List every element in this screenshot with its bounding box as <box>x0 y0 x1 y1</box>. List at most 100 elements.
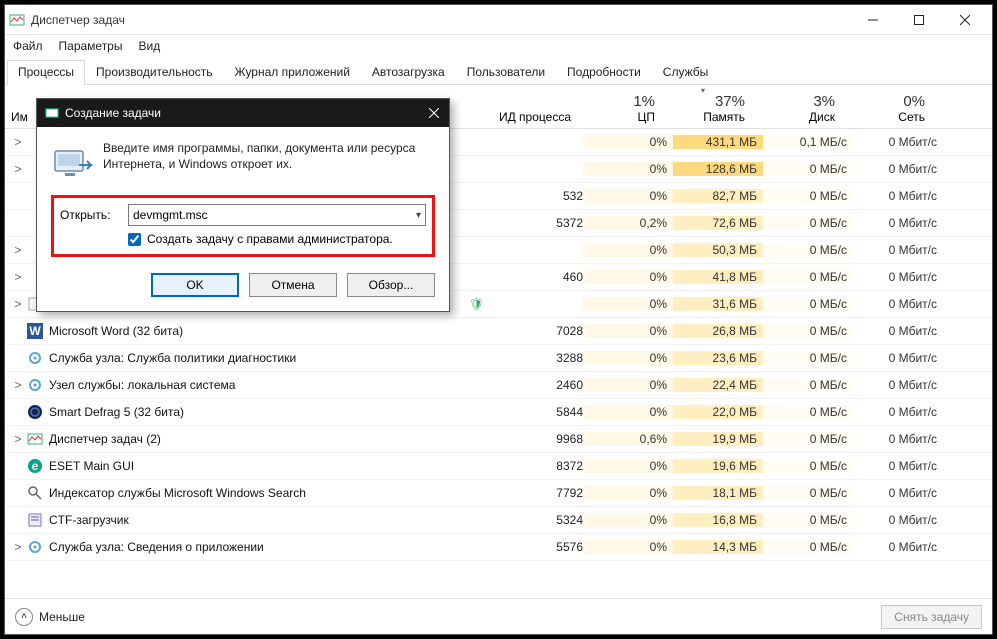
menu-options[interactable]: Параметры <box>57 37 125 55</box>
cell-network: 0 Мбит/с <box>853 405 943 419</box>
tab-performance[interactable]: Производительность <box>85 60 223 85</box>
process-name: Служба узла: Сведения о приложении <box>49 540 469 554</box>
cell-memory: 16,8 МБ <box>673 513 763 527</box>
table-row[interactable]: >Диспетчер задач (2)99680,6%19,9 МБ0 МБ/… <box>5 426 992 453</box>
expand-toggle[interactable]: > <box>11 297 25 311</box>
cell-disk: 0 МБ/с <box>763 189 853 203</box>
cell-disk: 0 МБ/с <box>763 162 853 176</box>
header-cpu[interactable]: 1%ЦП <box>571 87 661 124</box>
ok-button[interactable]: OK <box>151 273 239 297</box>
minimize-button[interactable] <box>850 5 896 35</box>
expand-toggle[interactable]: > <box>11 378 25 392</box>
process-name: Служба узла: Служба политики диагностики <box>49 351 469 365</box>
dialog-app-icon <box>45 106 59 120</box>
titlebar: Диспетчер задач <box>5 5 992 35</box>
maximize-button[interactable] <box>896 5 942 35</box>
tab-details[interactable]: Подробности <box>556 60 652 85</box>
cell-memory: 14,3 МБ <box>673 540 763 554</box>
cell-disk: 0 МБ/с <box>763 243 853 257</box>
tab-users[interactable]: Пользователи <box>456 60 556 85</box>
dialog-buttons: OK Отмена Обзор... <box>37 267 449 311</box>
process-name: CTF-загрузчик <box>49 513 469 527</box>
tab-startup[interactable]: Автозагрузка <box>361 60 456 85</box>
cell-disk: 0 МБ/с <box>763 513 853 527</box>
open-combobox[interactable]: devmgmt.msc ▾ <box>128 204 426 226</box>
table-row[interactable]: CTF-загрузчик53240%16,8 МБ0 МБ/с0 Мбит/с <box>5 507 992 534</box>
tab-processes[interactable]: Процессы <box>7 60 85 85</box>
chevron-down-icon[interactable]: ▾ <box>416 210 421 221</box>
process-icon <box>27 485 43 501</box>
cell-cpu: 0% <box>583 405 673 419</box>
cell-memory: 22,0 МБ <box>673 405 763 419</box>
dialog-close-button[interactable] <box>419 99 449 127</box>
cell-memory: 128,6 МБ <box>673 162 763 176</box>
cell-memory: 19,9 МБ <box>673 432 763 446</box>
cell-network: 0 Мбит/с <box>853 486 943 500</box>
expand-toggle[interactable]: > <box>11 135 25 149</box>
cell-cpu: 0% <box>583 540 673 554</box>
cell-network: 0 Мбит/с <box>853 162 943 176</box>
end-task-button[interactable]: Снять задачу <box>881 605 982 629</box>
cancel-button[interactable]: Отмена <box>249 273 337 297</box>
table-row[interactable]: Индексатор службы Microsoft Windows Sear… <box>5 480 992 507</box>
cell-cpu: 0% <box>583 378 673 392</box>
header-network[interactable]: 0%Сеть <box>841 87 931 124</box>
cell-pid: 7792 <box>483 486 583 500</box>
run-icon <box>51 141 93 183</box>
expand-toggle[interactable]: > <box>11 243 25 257</box>
table-row[interactable]: WMicrosoft Word (32 бита)70280%26,8 МБ0 … <box>5 318 992 345</box>
svg-text:W: W <box>29 324 41 338</box>
process-name: Microsoft Word (32 бита) <box>49 324 469 338</box>
table-row[interactable]: >Служба узла: Сведения о приложении55760… <box>5 534 992 561</box>
highlighted-region: Открыть: devmgmt.msc ▾ Создать задачу с … <box>51 195 435 257</box>
sort-indicator-icon: ▾ <box>701 86 705 95</box>
cell-disk: 0 МБ/с <box>763 351 853 365</box>
cell-network: 0 Мбит/с <box>853 378 943 392</box>
cell-pid: 3288 <box>483 351 583 365</box>
cell-pid: 7028 <box>483 324 583 338</box>
cell-memory: 41,8 МБ <box>673 270 763 284</box>
cell-network: 0 Мбит/с <box>853 540 943 554</box>
cell-pid: 5372 <box>483 216 583 230</box>
menu-file[interactable]: Файл <box>11 37 45 55</box>
cell-pid: 460 <box>483 270 583 284</box>
process-icon: W <box>27 323 43 339</box>
menu-view[interactable]: Вид <box>136 37 162 55</box>
fewer-details-button[interactable]: ˄ Меньше <box>15 608 85 626</box>
cell-disk: 0 МБ/с <box>763 405 853 419</box>
footer: ˄ Меньше Снять задачу <box>5 598 992 634</box>
process-name: Индексатор службы Microsoft Windows Sear… <box>49 486 469 500</box>
app-icon <box>9 12 25 28</box>
tab-services[interactable]: Службы <box>652 60 719 85</box>
header-disk[interactable]: 3%Диск <box>751 87 841 124</box>
expand-toggle[interactable]: > <box>11 540 25 554</box>
cell-cpu: 0% <box>583 135 673 149</box>
header-pid[interactable]: ИД процесса <box>471 87 571 124</box>
cell-disk: 0 МБ/с <box>763 378 853 392</box>
process-name: Диспетчер задач (2) <box>49 432 469 446</box>
tab-app-history[interactable]: Журнал приложений <box>224 60 361 85</box>
cell-pid: 8372 <box>483 459 583 473</box>
tab-bar: Процессы Производительность Журнал прило… <box>5 59 992 85</box>
cell-memory: 19,6 МБ <box>673 459 763 473</box>
cell-network: 0 Мбит/с <box>853 459 943 473</box>
expand-toggle[interactable]: > <box>11 432 25 446</box>
table-row[interactable]: Служба узла: Служба политики диагностики… <box>5 345 992 372</box>
process-icon <box>27 512 43 528</box>
close-button[interactable] <box>942 5 988 35</box>
expand-toggle[interactable]: > <box>11 162 25 176</box>
expand-toggle[interactable]: > <box>11 270 25 284</box>
table-row[interactable]: >Узел службы: локальная система24600%22,… <box>5 372 992 399</box>
cell-pid: 532 <box>483 189 583 203</box>
cell-network: 0 Мбит/с <box>853 432 943 446</box>
admin-checkbox[interactable] <box>128 233 141 246</box>
cell-network: 0 Мбит/с <box>853 243 943 257</box>
table-row[interactable]: Smart Defrag 5 (32 бита)58440%22,0 МБ0 М… <box>5 399 992 426</box>
cell-disk: 0,1 МБ/с <box>763 135 853 149</box>
dialog-description: Введите имя программы, папки, документа … <box>103 141 435 183</box>
header-memory[interactable]: ▾37%Память <box>661 87 751 124</box>
table-row[interactable]: eESET Main GUI83720%19,6 МБ0 МБ/с0 Мбит/… <box>5 453 992 480</box>
cell-cpu: 0% <box>583 189 673 203</box>
browse-button[interactable]: Обзор... <box>347 273 435 297</box>
cell-network: 0 Мбит/с <box>853 189 943 203</box>
